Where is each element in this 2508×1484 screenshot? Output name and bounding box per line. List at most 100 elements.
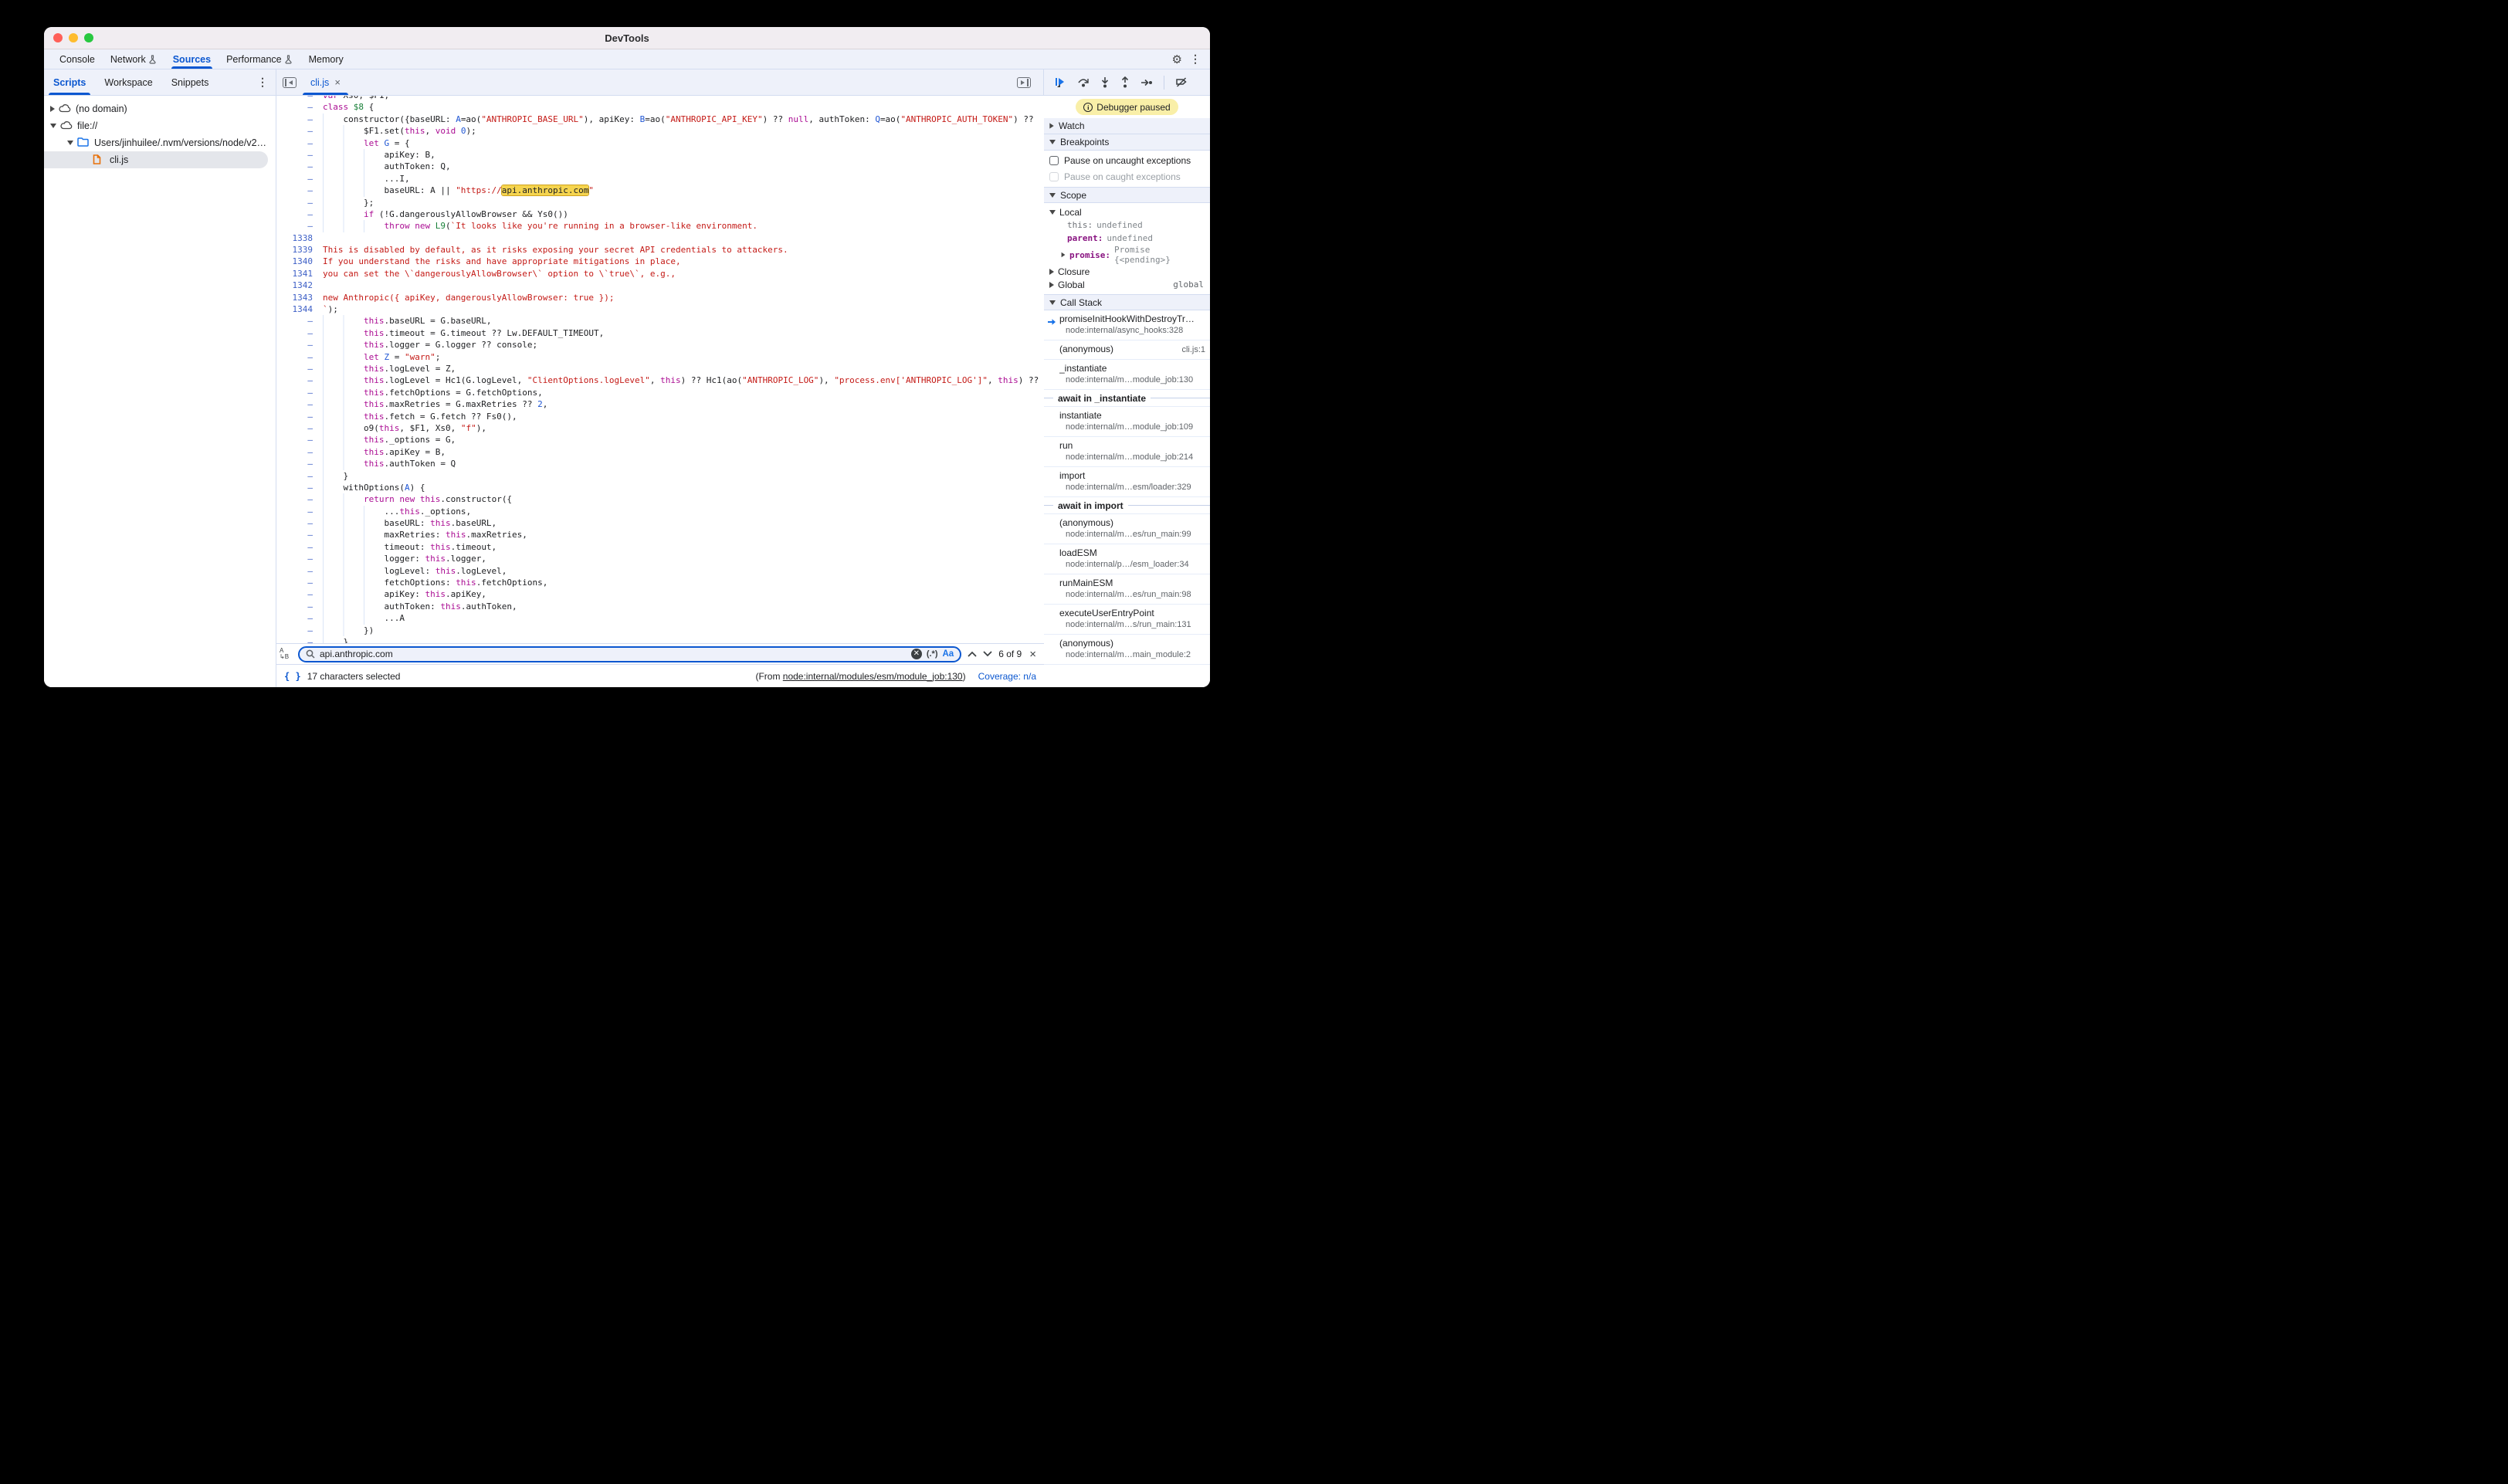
callstack-section-header[interactable]: Call Stack (1044, 294, 1210, 310)
code-line[interactable]: –var Xs0, $F1, (276, 96, 1044, 101)
line-gutter[interactable]: – (276, 541, 323, 553)
clear-icon[interactable]: ✕ (911, 649, 922, 659)
step-icon[interactable] (1140, 78, 1153, 87)
kebab-menu-icon[interactable]: ⋮ (1190, 53, 1201, 66)
code-line[interactable]: 1340If you understand the risks and have… (276, 256, 1044, 267)
line-gutter[interactable]: – (276, 398, 323, 410)
line-gutter[interactable]: – (276, 161, 323, 172)
code-line[interactable]: –this.authToken = Q (276, 458, 1044, 469)
breakpoints-section-header[interactable]: Breakpoints (1044, 134, 1210, 151)
line-gutter[interactable]: – (276, 422, 323, 434)
code-line[interactable]: –timeout: this.timeout, (276, 541, 1044, 553)
navigator-tab-snippets[interactable]: Snippets (162, 69, 219, 95)
code-line[interactable]: –}) (276, 625, 1044, 636)
code-line[interactable]: –}; (276, 197, 1044, 208)
line-gutter[interactable]: – (276, 482, 323, 493)
code-line[interactable]: –} (276, 636, 1044, 643)
line-gutter[interactable]: – (276, 149, 323, 161)
tree-item-cli-js[interactable]: cli.js (44, 151, 268, 168)
code-line[interactable]: –throw new L9(`It looks like you're runn… (276, 220, 1044, 232)
expand-arrow-icon[interactable] (1062, 252, 1066, 257)
code-line[interactable]: –...this._options, (276, 506, 1044, 517)
line-gutter[interactable]: 1343 (276, 292, 323, 303)
line-gutter[interactable]: – (276, 315, 323, 327)
scope-variable-promise[interactable]: promise: Promise {<pending>} (1044, 245, 1210, 265)
line-gutter[interactable]: – (276, 96, 323, 101)
coverage-link[interactable]: Coverage: n/a (978, 671, 1036, 682)
line-gutter[interactable]: 1340 (276, 256, 323, 267)
line-gutter[interactable]: – (276, 588, 323, 600)
code-line[interactable]: –class $8 { (276, 101, 1044, 113)
navigator-kebab-menu-icon[interactable]: ⋮ (257, 76, 276, 89)
line-gutter[interactable]: 1338 (276, 232, 323, 244)
close-window-button[interactable] (53, 33, 63, 42)
code-line[interactable]: 1338 (276, 232, 1044, 244)
close-search-icon[interactable]: × (1028, 648, 1038, 661)
call-stack-frame[interactable]: (anonymous)cli.js:1 (1044, 341, 1210, 360)
line-gutter[interactable]: – (276, 197, 323, 208)
line-gutter[interactable]: – (276, 137, 323, 149)
checkbox[interactable] (1049, 172, 1059, 181)
step-into-icon[interactable] (1100, 76, 1110, 88)
scope-variable-this[interactable]: this: undefined (1044, 219, 1210, 232)
panel-tab-sources[interactable]: Sources (165, 49, 219, 69)
expand-arrow-icon[interactable] (50, 124, 56, 128)
code-line[interactable]: –apiKey: this.apiKey, (276, 588, 1044, 600)
code-line[interactable]: –o9(this, $F1, Xs0, "f"), (276, 422, 1044, 434)
code-line[interactable]: –authToken: this.authToken, (276, 601, 1044, 612)
code-line[interactable]: –this.timeout = G.timeout ?? Lw.DEFAULT_… (276, 327, 1044, 339)
code-line[interactable]: –} (276, 470, 1044, 482)
match-case-icon[interactable]: Aa (943, 649, 954, 659)
line-gutter[interactable]: – (276, 185, 323, 196)
line-gutter[interactable]: – (276, 411, 323, 422)
line-gutter[interactable]: – (276, 636, 323, 643)
line-gutter[interactable]: – (276, 173, 323, 185)
code-line[interactable]: 1339This is disabled by default, as it r… (276, 244, 1044, 256)
scope-group-closure[interactable]: Closure (1044, 265, 1210, 278)
code-line[interactable]: –this.logLevel = Hc1(G.logLevel, "Client… (276, 374, 1044, 386)
code-line[interactable]: –...I, (276, 173, 1044, 185)
panel-tab-memory[interactable]: Memory (301, 49, 351, 69)
line-gutter[interactable]: – (276, 458, 323, 469)
line-gutter[interactable]: – (276, 565, 323, 577)
line-gutter[interactable]: – (276, 470, 323, 482)
minimize-window-button[interactable] (69, 33, 78, 42)
call-stack-frame[interactable]: promiseInitHookWithDestroyTr…node:intern… (1044, 310, 1210, 341)
code-line[interactable]: –this.logLevel = Z, (276, 363, 1044, 374)
line-gutter[interactable]: – (276, 529, 323, 540)
line-gutter[interactable]: – (276, 125, 323, 137)
expand-arrow-icon[interactable] (1049, 269, 1054, 275)
line-gutter[interactable]: – (276, 446, 323, 458)
line-gutter[interactable]: – (276, 101, 323, 113)
code-line[interactable]: –this._options = G, (276, 434, 1044, 446)
code-line[interactable]: –this.logger = G.logger ?? console; (276, 339, 1044, 351)
code-line[interactable]: –baseURL: A || "https://api.anthropic.co… (276, 185, 1044, 196)
code-line[interactable]: –return new this.constructor({ (276, 493, 1044, 505)
zoom-window-button[interactable] (84, 33, 93, 42)
code-line[interactable]: –constructor({baseURL: A=ao("ANTHROPIC_B… (276, 114, 1044, 125)
scope-section-header[interactable]: Scope (1044, 187, 1210, 203)
line-gutter[interactable]: – (276, 612, 323, 624)
line-gutter[interactable]: – (276, 601, 323, 612)
code-line[interactable]: –this.fetch = G.fetch ?? Fs0(), (276, 411, 1044, 422)
pretty-print-icon[interactable]: { } (284, 671, 301, 682)
line-gutter[interactable]: – (276, 327, 323, 339)
call-stack-frame[interactable]: _instantiatenode:internal/m…module_job:1… (1044, 360, 1210, 390)
code-line[interactable]: –$F1.set(this, void 0); (276, 125, 1044, 137)
code-line[interactable]: 1343new Anthropic({ apiKey, dangerouslyA… (276, 292, 1044, 303)
line-gutter[interactable]: – (276, 434, 323, 446)
line-gutter[interactable]: – (276, 339, 323, 351)
line-gutter[interactable]: – (276, 208, 323, 220)
call-stack-frame[interactable]: loadESMnode:internal/p…/esm_loader:34 (1044, 544, 1210, 574)
call-stack-frame[interactable]: runMainESMnode:internal/m…es/run_main:98 (1044, 574, 1210, 605)
call-stack-frame[interactable]: (anonymous)node:internal/m…main_module:2 (1044, 635, 1210, 665)
code-line[interactable]: –baseURL: this.baseURL, (276, 517, 1044, 529)
regex-icon[interactable]: (.*) (927, 649, 938, 659)
line-gutter[interactable]: – (276, 517, 323, 529)
code-line[interactable]: –this.baseURL = G.baseURL, (276, 315, 1044, 327)
code-line[interactable]: –let Z = "warn"; (276, 351, 1044, 363)
code-line[interactable]: –let G = { (276, 137, 1044, 149)
tree-item-users-jinhuilee-nvm-versions-node-v2-[interactable]: Users/jinhuilee/.nvm/versions/node/v2… (44, 134, 276, 151)
settings-gear-icon[interactable]: ⚙ (1172, 53, 1182, 66)
panel-tab-performance[interactable]: Performance (219, 49, 301, 69)
